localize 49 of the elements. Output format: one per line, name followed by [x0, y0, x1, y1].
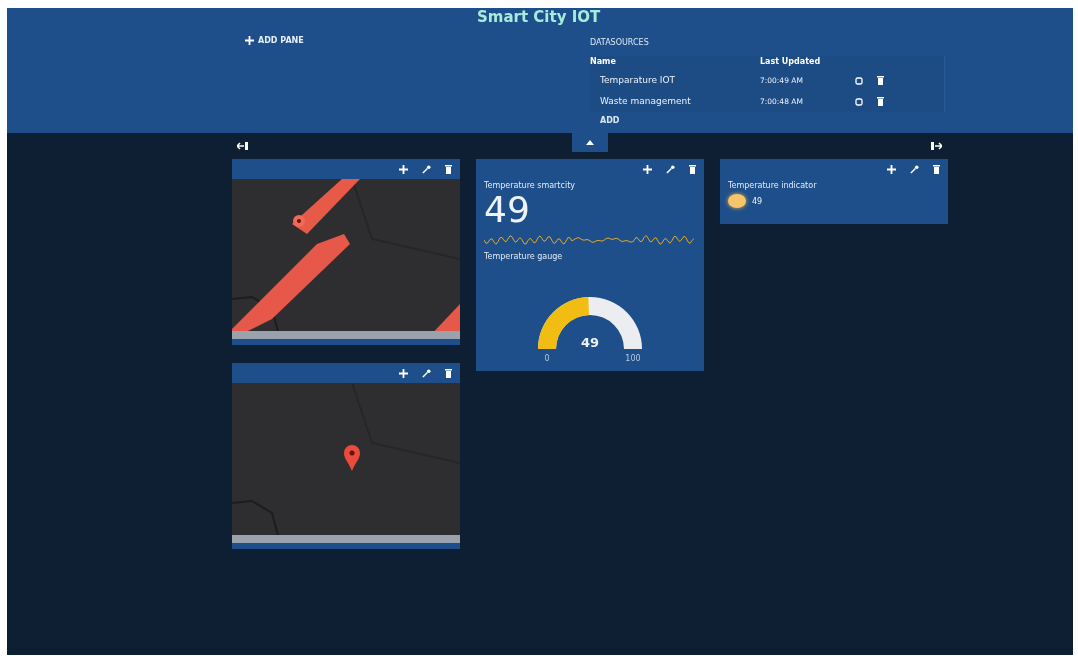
gauge-max: 100 [625, 354, 641, 363]
plus-icon [643, 164, 652, 174]
edit-button[interactable] [666, 164, 675, 174]
delete-button[interactable] [689, 164, 696, 174]
datasources-heading: DATASOURCES [590, 38, 650, 49]
edit-button[interactable] [422, 164, 431, 174]
delete-button[interactable] [445, 164, 452, 174]
sensor-value: 49 [483, 190, 530, 230]
widget-title: Temperature indicator [727, 180, 818, 190]
widget-title: Temperature gauge [483, 251, 564, 261]
edit-button[interactable] [422, 368, 431, 378]
dashboard-title: Smart City IOT [477, 8, 601, 26]
trash-icon [689, 164, 696, 174]
plus-icon [399, 368, 408, 378]
plus-icon [399, 164, 408, 174]
trash-icon [445, 164, 452, 174]
collapse-button[interactable] [572, 133, 608, 152]
column-header: Last Updated [760, 56, 822, 68]
bar-arrow-icon [931, 142, 942, 150]
column-header: Name [590, 56, 617, 68]
add-widget-button[interactable] [887, 164, 896, 174]
gauge-value: 49 [580, 335, 600, 350]
trash-icon [877, 97, 884, 106]
wrench-icon [666, 164, 675, 174]
delete-button[interactable] [877, 76, 884, 85]
trash-icon [445, 368, 452, 378]
datasource-name[interactable]: Waste management [590, 91, 760, 112]
wrench-icon [422, 368, 431, 378]
caret-up-icon [586, 140, 594, 145]
edit-button[interactable] [910, 164, 919, 174]
delete-button[interactable] [933, 164, 940, 174]
delete-button[interactable] [877, 97, 884, 106]
add-widget-button[interactable] [399, 164, 408, 174]
trash-icon [933, 164, 940, 174]
wrench-icon [422, 164, 431, 174]
add-widget-button[interactable] [399, 368, 408, 378]
add-datasource-button[interactable]: ADD [590, 112, 945, 125]
add-pane-button[interactable]: ADD PANE [245, 36, 590, 45]
indicator-value: 49 [752, 196, 763, 206]
trash-icon [877, 76, 884, 85]
gauge-min: 0 [544, 354, 550, 363]
plus-icon [887, 164, 896, 174]
wrench-icon [910, 164, 919, 174]
delete-button[interactable] [445, 368, 452, 378]
datasource-name[interactable]: Temparature IOT [590, 70, 760, 91]
add-widget-button[interactable] [643, 164, 652, 174]
widget-title: Temperature smartcity [483, 180, 576, 190]
arrow-to-bar-icon [237, 142, 248, 150]
plus-icon [245, 36, 254, 45]
